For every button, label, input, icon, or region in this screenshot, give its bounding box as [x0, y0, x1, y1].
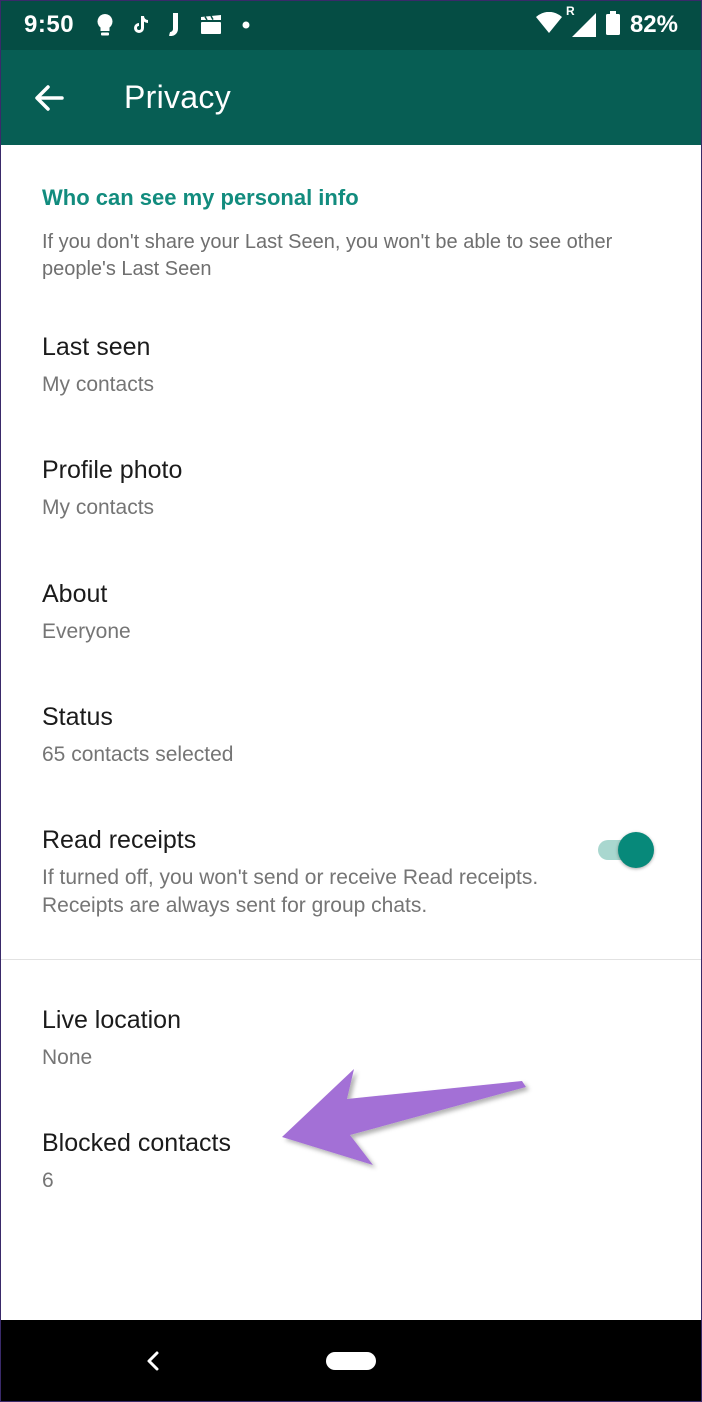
nav-back-icon [147, 1351, 159, 1371]
setting-value: My contacts [42, 373, 155, 396]
nav-back-button[interactable] [140, 1348, 166, 1374]
status-bar: 9:50 R 82% [0, 0, 702, 50]
setting-title: About [42, 580, 108, 608]
toggle-thumb [618, 832, 654, 868]
setting-description: If turned off, you won't send or receive… [42, 866, 539, 917]
setting-last-seen[interactable]: Last seen My contacts [0, 333, 702, 403]
setting-profile-photo[interactable]: Profile photo My contacts [0, 456, 702, 526]
lightbulb-icon [96, 13, 114, 37]
j-app-icon [168, 13, 180, 37]
section-header: Who can see my personal info [42, 185, 359, 210]
setting-value: My contacts [42, 496, 155, 519]
setting-about[interactable]: About Everyone [0, 580, 702, 650]
page-title: Privacy [124, 79, 232, 115]
annotation-arrow-icon [282, 1069, 526, 1165]
setting-title: Last seen [42, 333, 151, 361]
setting-title: Read receipts [42, 826, 197, 854]
battery-icon [605, 10, 620, 40]
roaming-indicator: R [565, 4, 575, 18]
read-receipts-toggle[interactable] [596, 832, 656, 868]
section-description: If you don't share your Last Seen, you w… [42, 231, 613, 280]
dot-icon [242, 21, 250, 29]
section-divider [0, 959, 702, 960]
setting-status[interactable]: Status 65 contacts selected [0, 703, 702, 773]
status-right: R 82% [535, 4, 678, 40]
setting-title: Live location [42, 1006, 181, 1034]
notification-icons [96, 13, 250, 37]
home-pill-icon[interactable] [326, 1352, 376, 1370]
setting-read-receipts[interactable]: Read receipts If turned off, you won't s… [0, 826, 702, 926]
setting-title: Blocked contacts [42, 1129, 231, 1157]
app-bar: Privacy [0, 50, 702, 145]
battery-percent: 82% [629, 11, 678, 38]
back-button[interactable] [0, 50, 98, 145]
tiktok-icon [134, 16, 149, 34]
setting-title: Profile photo [42, 456, 183, 484]
arrow-left-icon [35, 84, 64, 111]
wifi-icon [535, 11, 562, 39]
status-time: 9:50 [24, 11, 75, 38]
clapperboard-icon [200, 15, 222, 35]
setting-title: Status [42, 703, 113, 731]
setting-value: Everyone [42, 620, 131, 643]
signal-icon: R [566, 4, 596, 37]
setting-value: 65 contacts selected [42, 743, 234, 766]
